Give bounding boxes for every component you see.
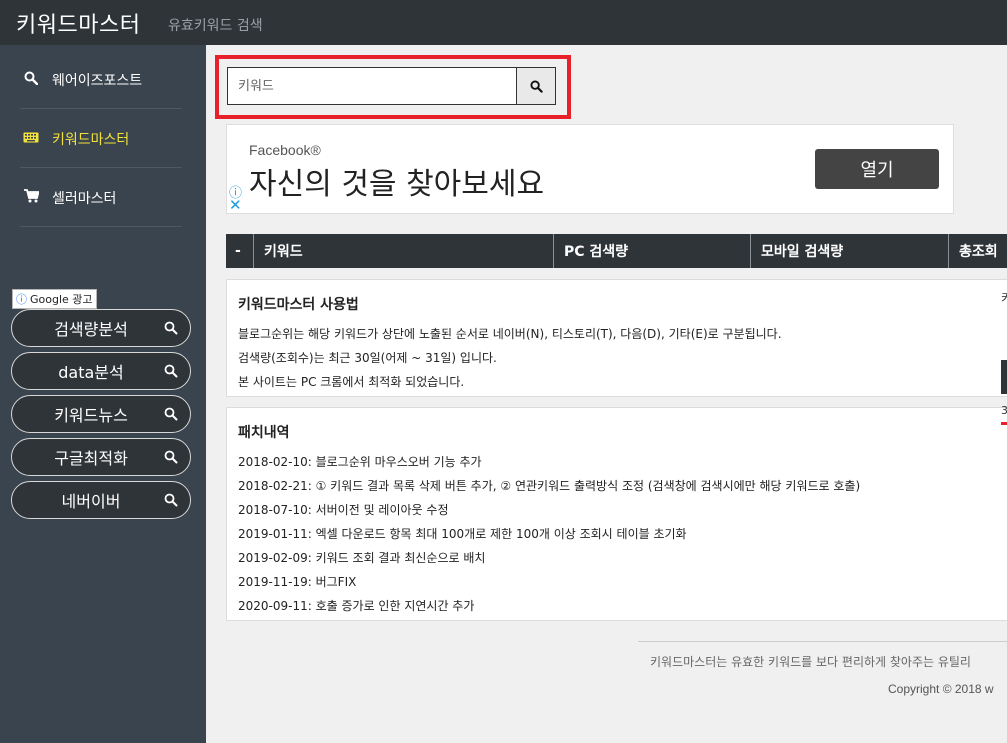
- sidebar-item-keywordmaster[interactable]: 키워드마스터: [20, 110, 182, 168]
- patch-line: 2018-02-21: ① 키워드 결과 목록 삭제 버튼 추가, ② 연관키워…: [238, 479, 861, 493]
- search-button[interactable]: [516, 67, 556, 105]
- edge-widget-number: 3: [1001, 404, 1007, 417]
- ad-link-label: 검색량분석: [54, 320, 128, 339]
- search-icon: [20, 71, 42, 89]
- results-table-header: - 키워드 PC 검색량 모바일 검색량 총조회: [226, 234, 1007, 268]
- edge-widget-text: 키: [1001, 291, 1007, 305]
- ad-link-search-volume[interactable]: 검색량분석: [11, 309, 191, 347]
- search-icon: [164, 407, 178, 421]
- keyboard-icon: [20, 131, 42, 147]
- patch-line: 2019-01-11: 엑셀 다운로드 항목 최대 100개로 제한 100개 …: [238, 527, 687, 541]
- ad-link-label: 구글최적화: [54, 449, 128, 468]
- sidebar-item-label: 웨어이즈포스트: [52, 72, 143, 89]
- footer-divider: [638, 641, 1007, 642]
- sidebar: 웨어이즈포스트 키워드마스터 셀러마스터 ⓘ Google 광고 검색량분석 d…: [0, 45, 206, 743]
- sidebar-item-label: 키워드마스터: [52, 131, 130, 148]
- ad-link-data-analysis[interactable]: data분석: [11, 352, 191, 390]
- ad-link-label: 네버이버: [61, 492, 121, 511]
- usage-line: 검색량(조회수)는 최근 30일(어제 ~ 31일) 입니다.: [238, 351, 497, 365]
- ad-link-naver[interactable]: 네버이버: [11, 481, 191, 519]
- patch-line: 2018-07-10: 서버이전 및 레이아웃 수정: [238, 503, 449, 517]
- site-logo[interactable]: 키워드마스터: [16, 7, 140, 39]
- top-bar: 키워드마스터 유효키워드 검색: [0, 0, 1007, 45]
- sidebar-item-label: 셀러마스터: [52, 190, 117, 207]
- patch-notes-panel: 패치내역 2018-02-10: 블로그순위 마우스오버 기능 추가 2018-…: [226, 407, 1007, 621]
- site-subtitle: 유효키워드 검색: [168, 18, 263, 34]
- ad-link-keyword-news[interactable]: 키워드뉴스: [11, 395, 191, 433]
- ad-open-button[interactable]: 열기: [815, 149, 939, 189]
- ad-link-label: data분석: [58, 363, 124, 382]
- facebook-ad-banner[interactable]: Facebook® 자신의 것을 찾아보세요 열기 ⓘ ✕: [226, 124, 954, 214]
- patch-line: 2020-09-11: 호출 증가로 인한 지연시간 추가: [238, 599, 475, 613]
- patch-line: 2018-02-10: 블로그순위 마우스오버 기능 추가: [238, 455, 482, 469]
- usage-title: 키워드마스터 사용법: [238, 297, 359, 313]
- ad-title: 자신의 것을 찾아보세요: [249, 167, 545, 202]
- search-icon: [164, 493, 178, 507]
- search-icon: [164, 321, 178, 335]
- usage-line: 본 사이트는 PC 크롬에서 최적화 되었습니다.: [238, 375, 465, 389]
- search-icon: [529, 79, 543, 93]
- column-header-pc-volume[interactable]: PC 검색량: [554, 234, 751, 268]
- edge-widget-accent: [1001, 422, 1007, 425]
- footer-copyright: Copyright © 2018 w: [888, 682, 994, 696]
- usage-panel: 키워드마스터 사용법 블로그순위는 해당 키워드가 상단에 노출된 순서로 네이…: [226, 279, 1007, 397]
- sidebar-item-whereispost[interactable]: 웨어이즈포스트: [20, 51, 182, 109]
- ad-link-google-seo[interactable]: 구글최적화: [11, 438, 191, 476]
- usage-line: 블로그순위는 해당 키워드가 상단에 노출된 순서로 네이버(N), 티스토리(…: [238, 327, 782, 341]
- info-icon: ⓘ: [16, 293, 27, 306]
- patch-line: 2019-02-09: 키워드 조회 결과 최신순으로 배치: [238, 551, 486, 565]
- search-highlight-box: [215, 55, 571, 119]
- ad-brand: Facebook®: [249, 142, 321, 158]
- search-icon: [164, 450, 178, 464]
- column-header-delete[interactable]: -: [226, 234, 254, 268]
- cart-icon: [20, 188, 42, 207]
- patch-line: 2019-11-19: 버그FIX: [238, 575, 357, 589]
- edge-widget-bar: [1001, 360, 1007, 394]
- column-header-total[interactable]: 총조회: [949, 234, 1007, 268]
- ad-close-icon[interactable]: ✕: [229, 196, 242, 214]
- main-content: Facebook® 자신의 것을 찾아보세요 열기 ⓘ ✕ - 키워드 PC 검…: [206, 45, 1007, 743]
- column-header-mobile-volume[interactable]: 모바일 검색량: [751, 234, 949, 268]
- keyword-search-input[interactable]: [227, 67, 516, 105]
- footer-description: 키워드마스터는 유효한 키워드를 보다 편리하게 찾아주는 유틸리: [650, 655, 971, 669]
- sidebar-item-sellermaster[interactable]: 셀러마스터: [20, 169, 182, 227]
- column-header-keyword[interactable]: 키워드: [254, 234, 554, 268]
- google-ad-text: Google 광고: [30, 293, 93, 306]
- search-icon: [164, 364, 178, 378]
- google-ad-label[interactable]: ⓘ Google 광고: [12, 289, 97, 309]
- patch-title: 패치내역: [238, 425, 290, 441]
- ad-link-label: 키워드뉴스: [54, 406, 128, 425]
